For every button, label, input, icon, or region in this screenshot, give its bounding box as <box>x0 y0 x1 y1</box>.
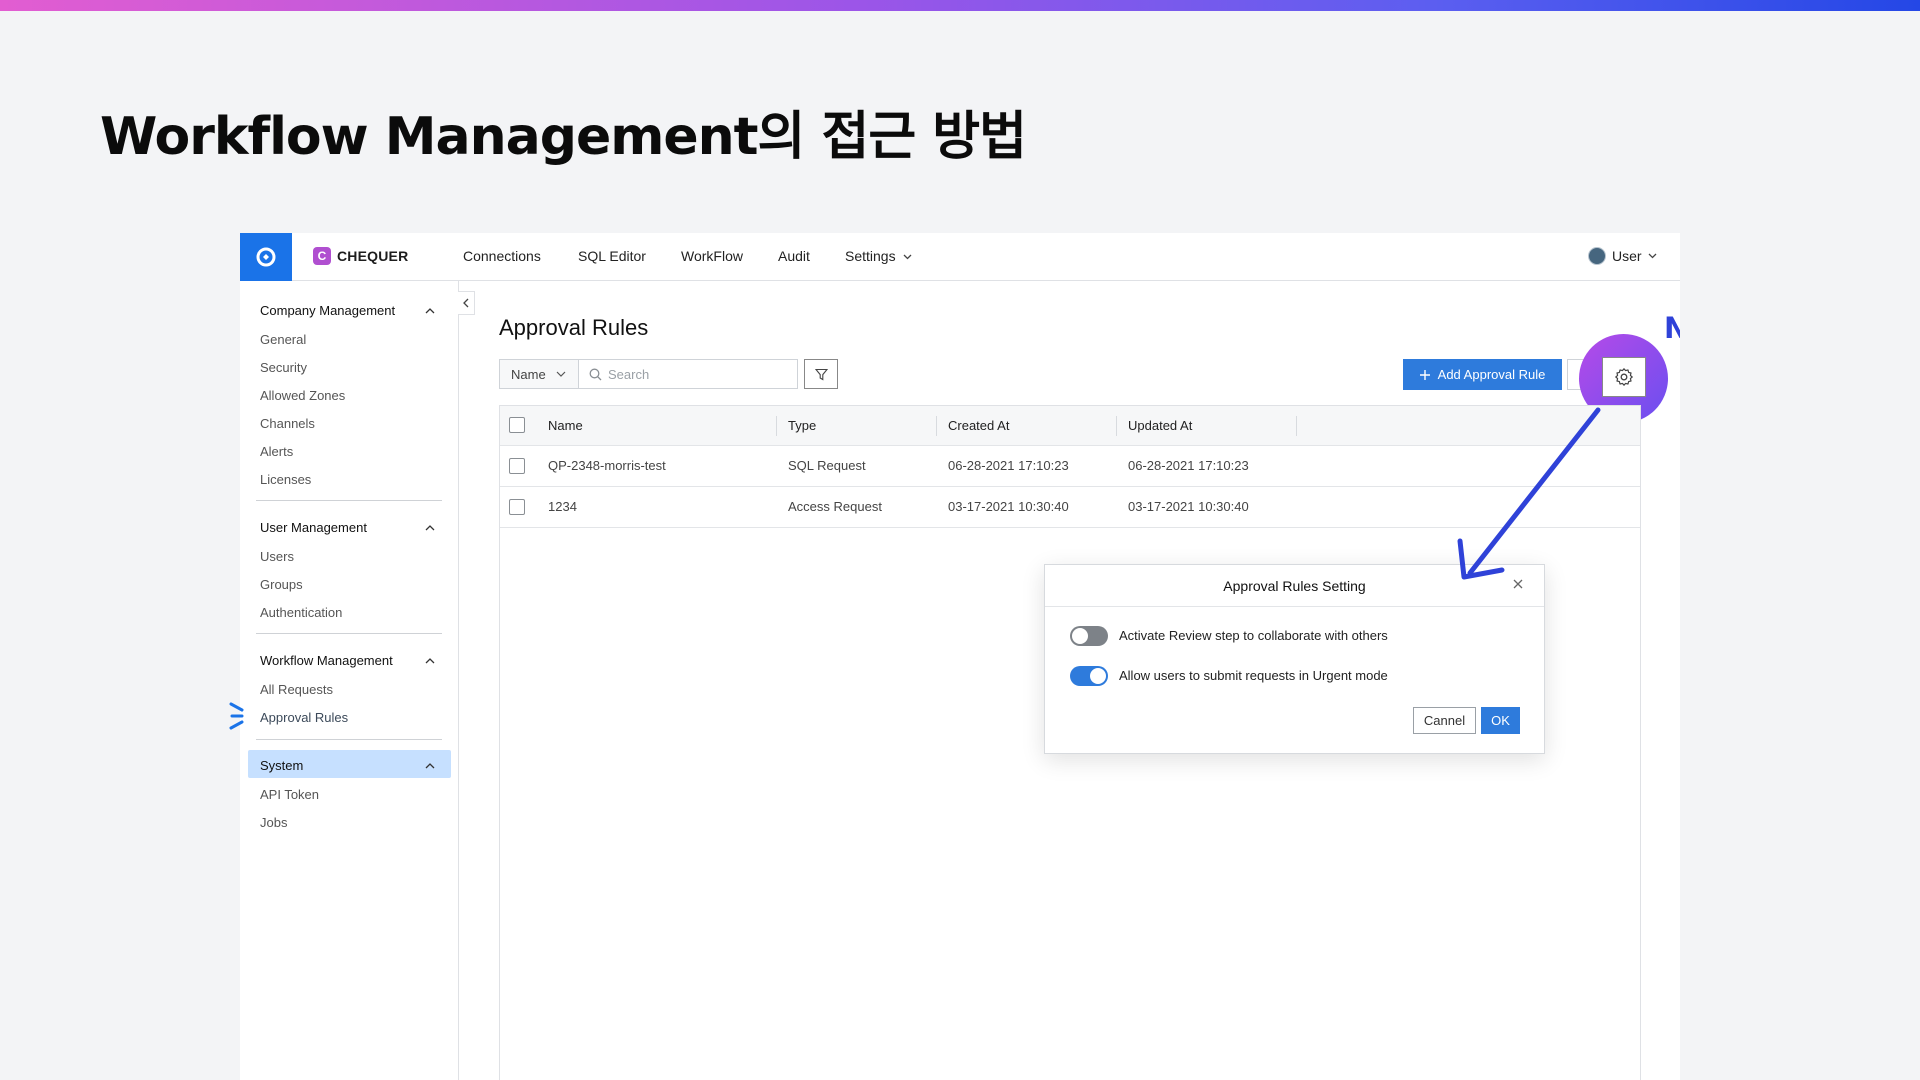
cell-name: 1234 <box>548 499 577 514</box>
dialog-title: Approval Rules Setting <box>1223 578 1366 594</box>
column-header-name[interactable]: Name <box>548 418 583 433</box>
filter-button[interactable] <box>804 359 838 389</box>
search-placeholder: Search <box>608 366 650 382</box>
sidebar-item-jobs[interactable]: Jobs <box>260 815 287 830</box>
toggle-knob <box>1090 668 1106 684</box>
column-divider <box>1296 416 1297 436</box>
nav-audit[interactable]: Audit <box>778 248 810 264</box>
review-step-toggle[interactable] <box>1070 626 1108 646</box>
column-header-created-at[interactable]: Created At <box>948 418 1009 433</box>
nav-connections[interactable]: Connections <box>463 248 541 264</box>
filter-icon <box>814 368 828 380</box>
sidebar-item-api-token[interactable]: API Token <box>260 787 319 802</box>
nav-sql-editor[interactable]: SQL Editor <box>578 248 646 264</box>
chevron-up-icon[interactable] <box>425 308 435 314</box>
top-navigation-bar: C CHEQUER Connections SQL Editor WorkFlo… <box>240 233 1680 281</box>
sidebar-divider <box>256 739 442 740</box>
table-row[interactable]: QP-2348-morris-test SQL Request 06-28-20… <box>500 446 1640 487</box>
row-checkbox[interactable] <box>509 499 525 515</box>
urgent-mode-label: Allow users to submit requests in Urgent… <box>1119 668 1388 683</box>
sidebar-item-licenses[interactable]: Licenses <box>260 472 311 487</box>
chevron-down-icon <box>556 371 566 377</box>
cell-updated-at: 06-28-2021 17:10:23 <box>1128 458 1249 473</box>
toggle-knob <box>1072 628 1088 644</box>
cancel-button[interactable]: Cannel <box>1413 707 1476 734</box>
column-divider <box>776 416 777 436</box>
sidebar-item-allowed-zones[interactable]: Allowed Zones <box>260 388 345 403</box>
sidebar-item-alerts[interactable]: Alerts <box>260 444 293 459</box>
table-row[interactable]: 1234 Access Request 03-17-2021 10:30:40 … <box>500 487 1640 528</box>
settings-button[interactable] <box>1602 357 1646 397</box>
ok-button[interactable]: OK <box>1481 707 1520 734</box>
chevron-left-icon <box>463 298 469 308</box>
sidebar-section-company-management[interactable]: Company Management <box>260 303 395 318</box>
row-checkbox[interactable] <box>509 458 525 474</box>
cell-type: SQL Request <box>788 458 866 473</box>
app-logo-button[interactable] <box>240 233 292 281</box>
app-window: C CHEQUER Connections SQL Editor WorkFlo… <box>240 233 1680 1080</box>
top-gradient-bar <box>0 0 1920 11</box>
column-divider <box>1116 416 1117 436</box>
cell-created-at: 03-17-2021 10:30:40 <box>948 499 1069 514</box>
cell-type: Access Request <box>788 499 882 514</box>
approval-rules-setting-dialog: Approval Rules Setting Activate Review s… <box>1044 564 1545 754</box>
nav-settings-label: Settings <box>845 248 896 264</box>
brand-name: CHEQUER <box>337 248 409 264</box>
gear-icon <box>1615 368 1633 386</box>
logo-icon <box>256 247 276 267</box>
cell-updated-at: 03-17-2021 10:30:40 <box>1128 499 1249 514</box>
brand[interactable]: C CHEQUER <box>313 247 408 265</box>
user-name: User <box>1612 248 1642 264</box>
column-header-type[interactable]: Type <box>788 418 816 433</box>
slide-title: Workflow Management의 접근 방법 <box>100 107 1027 167</box>
sidebar-item-all-requests[interactable]: All Requests <box>260 682 333 697</box>
sidebar-item-security[interactable]: Security <box>260 360 307 375</box>
sidebar-section-user-management[interactable]: User Management <box>260 520 367 535</box>
review-step-label: Activate Review step to collaborate with… <box>1119 628 1388 643</box>
search-input[interactable]: Search <box>579 359 798 389</box>
sidebar: Company Management General Security Allo… <box>240 281 459 1080</box>
close-icon[interactable] <box>1511 577 1525 591</box>
user-menu[interactable]: User <box>1588 247 1657 265</box>
sidebar-divider <box>256 500 442 501</box>
chevron-up-icon[interactable] <box>425 763 435 769</box>
sidebar-collapse-button[interactable] <box>458 291 475 315</box>
sidebar-divider <box>256 633 442 634</box>
sidebar-item-channels[interactable]: Channels <box>260 416 315 431</box>
nav-settings[interactable]: Settings <box>845 248 912 264</box>
sidebar-section-system[interactable]: System <box>260 758 303 773</box>
select-all-checkbox[interactable] <box>509 417 525 433</box>
brand-letter: C <box>313 247 331 265</box>
sidebar-item-authentication[interactable]: Authentication <box>260 605 342 620</box>
page-title: Approval Rules <box>499 315 649 340</box>
add-approval-rule-label: Add Approval Rule <box>1437 367 1546 382</box>
sidebar-item-groups[interactable]: Groups <box>260 577 303 592</box>
cell-created-at: 06-28-2021 17:10:23 <box>948 458 1069 473</box>
add-approval-rule-button[interactable]: Add Approval Rule <box>1403 359 1562 390</box>
chevron-up-icon[interactable] <box>425 658 435 664</box>
avatar <box>1588 247 1606 265</box>
sidebar-item-users[interactable]: Users <box>260 549 294 564</box>
sidebar-item-approval-rules[interactable]: Approval Rules <box>260 710 348 725</box>
chevron-down-icon <box>1648 253 1657 259</box>
dialog-divider <box>1045 606 1544 607</box>
column-header-updated-at[interactable]: Updated At <box>1128 418 1192 433</box>
filter-field-select[interactable]: Name <box>499 359 579 389</box>
cell-name: QP-2348-morris-test <box>548 458 666 473</box>
filter-field-value: Name <box>511 366 546 382</box>
chevron-down-icon <box>904 254 912 260</box>
search-icon <box>589 368 602 380</box>
chevron-up-icon[interactable] <box>425 525 435 531</box>
new-feature-label: New! <box>1664 311 1680 345</box>
sidebar-section-workflow-management[interactable]: Workflow Management <box>260 653 393 668</box>
column-divider <box>936 416 937 436</box>
table-header: Name Type Created At Updated At <box>500 406 1640 446</box>
urgent-mode-toggle[interactable] <box>1070 666 1108 686</box>
sidebar-item-general[interactable]: General <box>260 332 306 347</box>
plus-icon <box>1419 369 1430 380</box>
nav-workflow[interactable]: WorkFlow <box>681 248 743 264</box>
